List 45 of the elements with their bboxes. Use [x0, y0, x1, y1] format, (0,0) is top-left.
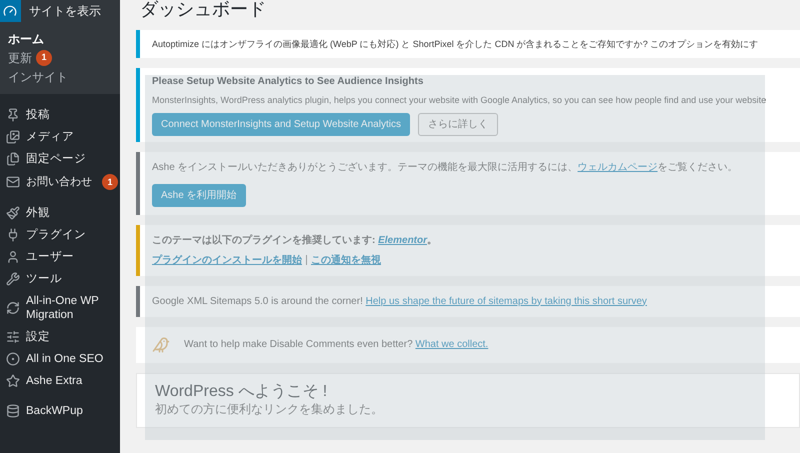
menu-item[interactable]: 外観	[0, 202, 120, 224]
page-title: ダッシュボード	[139, 0, 267, 21]
count-badge: 1	[36, 50, 52, 66]
notice-text: MonsterInsights, WordPress analytics plugin, helps you connect your website with Google Analytics, so you can see how people find and use your website	[152, 94, 768, 107]
submenu-item[interactable]: ホーム	[8, 30, 44, 48]
menu-item[interactable]: BackWPup	[0, 400, 120, 422]
envelope-icon	[6, 175, 20, 189]
view-site-link[interactable]: サイトを表示	[28, 2, 101, 20]
menu-item[interactable]: プラグイン	[0, 224, 120, 246]
notice-text: Want to help make Disable Comments even better? What we collect.	[184, 338, 488, 352]
menu-item[interactable]: 投稿	[0, 104, 120, 126]
notice-text: このテーマは以下のプラグインを推奨しています: Elementor。	[152, 233, 438, 248]
circle-icon	[6, 352, 20, 366]
dashboard-icon	[3, 4, 18, 18]
pin-icon	[6, 108, 20, 122]
database-icon	[6, 404, 20, 418]
submenu-item[interactable]: 更新	[8, 49, 32, 67]
menu-item[interactable]: ツール	[0, 268, 120, 290]
menu-item[interactable]: ユーザー	[0, 246, 120, 268]
menu-item[interactable]: お問い合わせ 1	[0, 170, 120, 194]
menu-item[interactable]: All-in-One WP Migration	[0, 290, 120, 326]
images-icon	[6, 130, 20, 144]
paintbrush-icon	[6, 206, 20, 220]
notice-text: Google XML Sitemaps 5.0 is around the corner! Help us shape the future of sitemaps by taking this short survey	[152, 294, 648, 308]
notice-text: Ashe をインストールいただきありがとうございます。テーマの機能を最大限に活用するには、ウェルカムページをご覧ください。	[152, 160, 739, 174]
dashboard-menu-item[interactable]	[0, 0, 21, 22]
welcome-subtitle: 初めての方に便利なリンクを集めました。	[155, 402, 384, 416]
menu-item[interactable]: 設定	[0, 326, 120, 348]
wrench-icon	[6, 272, 20, 286]
menu-item[interactable]: Ashe Extra	[0, 370, 120, 392]
bird-logo-icon	[152, 336, 170, 354]
plug-icon	[6, 228, 20, 242]
star-icon	[6, 374, 20, 388]
menu-item[interactable]: 固定ページ	[0, 148, 120, 170]
welcome-title: WordPress へようこそ !	[155, 382, 328, 402]
circular-arrow-icon	[6, 301, 20, 315]
count-badge: 1	[102, 174, 118, 190]
menu-item[interactable]: All in One SEO	[0, 348, 120, 370]
notice-title: Please Setup Website Analytics to See Audience Insights	[152, 75, 424, 89]
user-icon	[6, 250, 20, 264]
notice-text: Autoptimize にはオンザフライの画像最適化 (WebP にも対応) と ShortPixel を介した CDN が含まれることをご存知ですか? このオプションを有効にす	[152, 38, 760, 50]
sliders-icon	[6, 330, 20, 344]
submenu-item[interactable]: インサイト	[8, 68, 68, 86]
menu-item[interactable]: メディア	[0, 126, 120, 148]
pages-icon	[6, 152, 20, 166]
